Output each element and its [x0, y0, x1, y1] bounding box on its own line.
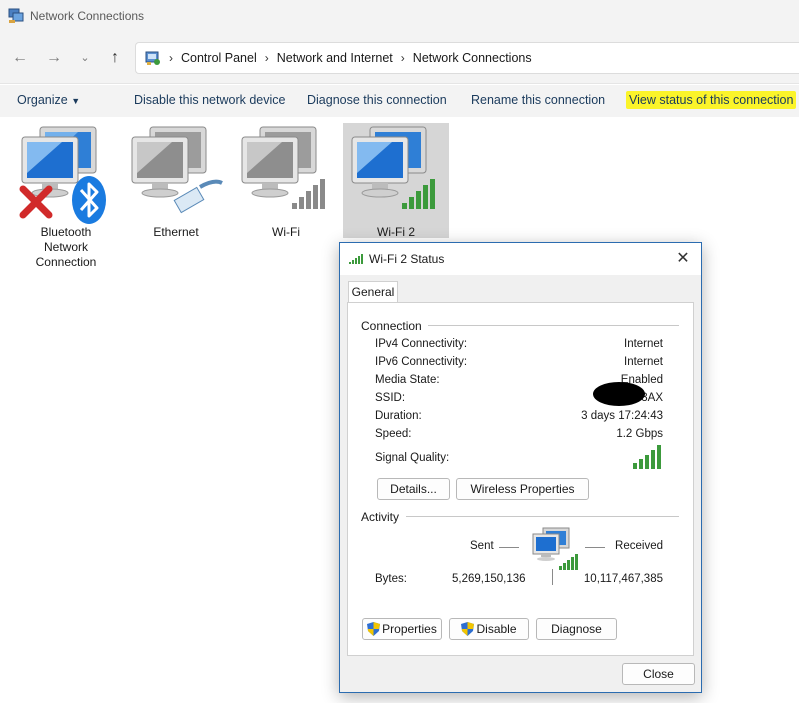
- bytes-sent-value: 5,269,150,136: [452, 573, 526, 585]
- connection-group-label: Connection: [361, 319, 428, 333]
- breadcrumb-network-connections[interactable]: Network Connections: [413, 51, 532, 65]
- properties-button[interactable]: Properties: [362, 618, 442, 640]
- control-panel-icon: [145, 51, 160, 65]
- close-icon[interactable]: ✕: [673, 249, 693, 269]
- view-status-command[interactable]: View status of this connection: [626, 91, 797, 109]
- organize-menu[interactable]: Organize ▼: [17, 93, 80, 107]
- rename-connection-command[interactable]: Rename this connection: [471, 93, 605, 107]
- media-state-label: Media State:: [375, 374, 440, 386]
- received-label: Received: [615, 540, 663, 552]
- navigation-bar: ← → ⌄ ↑ › Control Panel › Network and In…: [0, 32, 799, 84]
- tab-general[interactable]: General: [348, 281, 398, 303]
- dialog-title: Wi-Fi 2 Status: [369, 252, 445, 266]
- diagnose-button[interactable]: Diagnose: [536, 618, 617, 640]
- activity-group-label: Activity: [361, 510, 406, 524]
- uac-shield-icon: [367, 622, 381, 636]
- speed-value: 1.2 Gbps: [616, 428, 663, 440]
- computer-monitor-icon: [351, 126, 435, 209]
- adapter-wifi[interactable]: Wi-Fi: [233, 123, 339, 241]
- ipv6-value: Internet: [624, 356, 663, 368]
- breadcrumb-network-and-internet[interactable]: Network and Internet: [277, 51, 393, 65]
- bytes-divider: [552, 569, 553, 585]
- computer-monitor-icon: [131, 126, 223, 214]
- disable-device-command[interactable]: Disable this network device: [134, 93, 285, 107]
- window-title: Network Connections: [30, 9, 145, 23]
- speed-label: Speed:: [375, 428, 412, 440]
- command-bar: Organize ▼ Disable this network device D…: [0, 85, 799, 117]
- adapter-ethernet[interactable]: Ethernet: [123, 123, 229, 241]
- bytes-label: Bytes:: [375, 573, 407, 585]
- adapter-wifi-2[interactable]: Wi-Fi 2: [343, 123, 449, 239]
- adapter-bluetooth[interactable]: Bluetooth Network Connection: [13, 123, 119, 269]
- redaction-mark: [593, 382, 645, 406]
- ssid-label: SSID:: [375, 392, 406, 404]
- dialog-titlebar: Wi-Fi 2 Status ✕: [340, 243, 701, 275]
- adapter-name: Wi-Fi: [272, 225, 300, 239]
- breadcrumb-chevron-icon: ›: [264, 51, 269, 65]
- sent-dash: [499, 547, 519, 548]
- ethernet-plug-icon: [173, 179, 223, 214]
- window-titlebar: Network Connections: [0, 0, 799, 32]
- signal-quality-bars-icon: [633, 445, 661, 469]
- adapter-name: Bluetooth Network Connection: [35, 225, 97, 269]
- details-button[interactable]: Details...: [377, 478, 450, 500]
- ipv6-label: IPv6 Connectivity:: [375, 356, 468, 368]
- adapter-name: Wi-Fi 2: [377, 225, 415, 239]
- signal-bars-gray-icon: [292, 179, 325, 209]
- sent-label: Sent: [470, 540, 494, 552]
- caret-down-icon: ▼: [71, 96, 81, 106]
- uac-shield-icon: [461, 622, 475, 636]
- back-arrow-icon[interactable]: ←: [8, 46, 32, 70]
- bytes-received-value: 10,117,467,385: [583, 573, 663, 585]
- close-button[interactable]: Close: [622, 663, 695, 685]
- received-dash: [585, 547, 605, 548]
- divider: [421, 325, 679, 326]
- signal-quality-label: Signal Quality:: [375, 452, 450, 464]
- duration-value: 3 days 17:24:43: [581, 410, 663, 422]
- diagnose-connection-command[interactable]: Diagnose this connection: [307, 93, 447, 107]
- wifi-status-dialog: Wi-Fi 2 Status ✕ General Connection IPv4…: [339, 242, 702, 693]
- disable-label: Disable: [476, 622, 517, 636]
- up-arrow-icon[interactable]: ↑: [103, 46, 127, 70]
- disable-button[interactable]: Disable: [449, 618, 529, 640]
- ipv4-label: IPv4 Connectivity:: [375, 338, 468, 350]
- breadcrumb-chevron-icon: ›: [169, 51, 173, 65]
- adapter-name: Ethernet: [153, 225, 199, 239]
- address-bar[interactable]: › Control Panel › Network and Internet ›…: [135, 42, 799, 74]
- computer-monitor-icon: [241, 126, 325, 209]
- breadcrumb-control-panel[interactable]: Control Panel: [181, 51, 257, 65]
- ipv4-value: Internet: [624, 338, 663, 350]
- bluetooth-icon: [72, 176, 106, 224]
- recent-chevron-down-icon[interactable]: ⌄: [73, 46, 97, 70]
- network-connections-icon: [8, 8, 24, 23]
- signal-bars-green-icon: [349, 254, 363, 264]
- general-panel: Connection IPv4 Connectivity: Internet I…: [347, 302, 694, 656]
- breadcrumb-chevron-icon: ›: [400, 51, 405, 65]
- organize-label: Organize: [17, 93, 68, 107]
- signal-bars-green-icon: [402, 179, 435, 209]
- forward-arrow-icon[interactable]: →: [42, 46, 66, 70]
- wireless-properties-button[interactable]: Wireless Properties: [456, 478, 589, 500]
- properties-label: Properties: [382, 622, 437, 636]
- network-activity-icon: [532, 527, 578, 570]
- divider: [406, 516, 679, 517]
- disconnected-x-icon: [19, 185, 53, 219]
- duration-label: Duration:: [375, 410, 422, 422]
